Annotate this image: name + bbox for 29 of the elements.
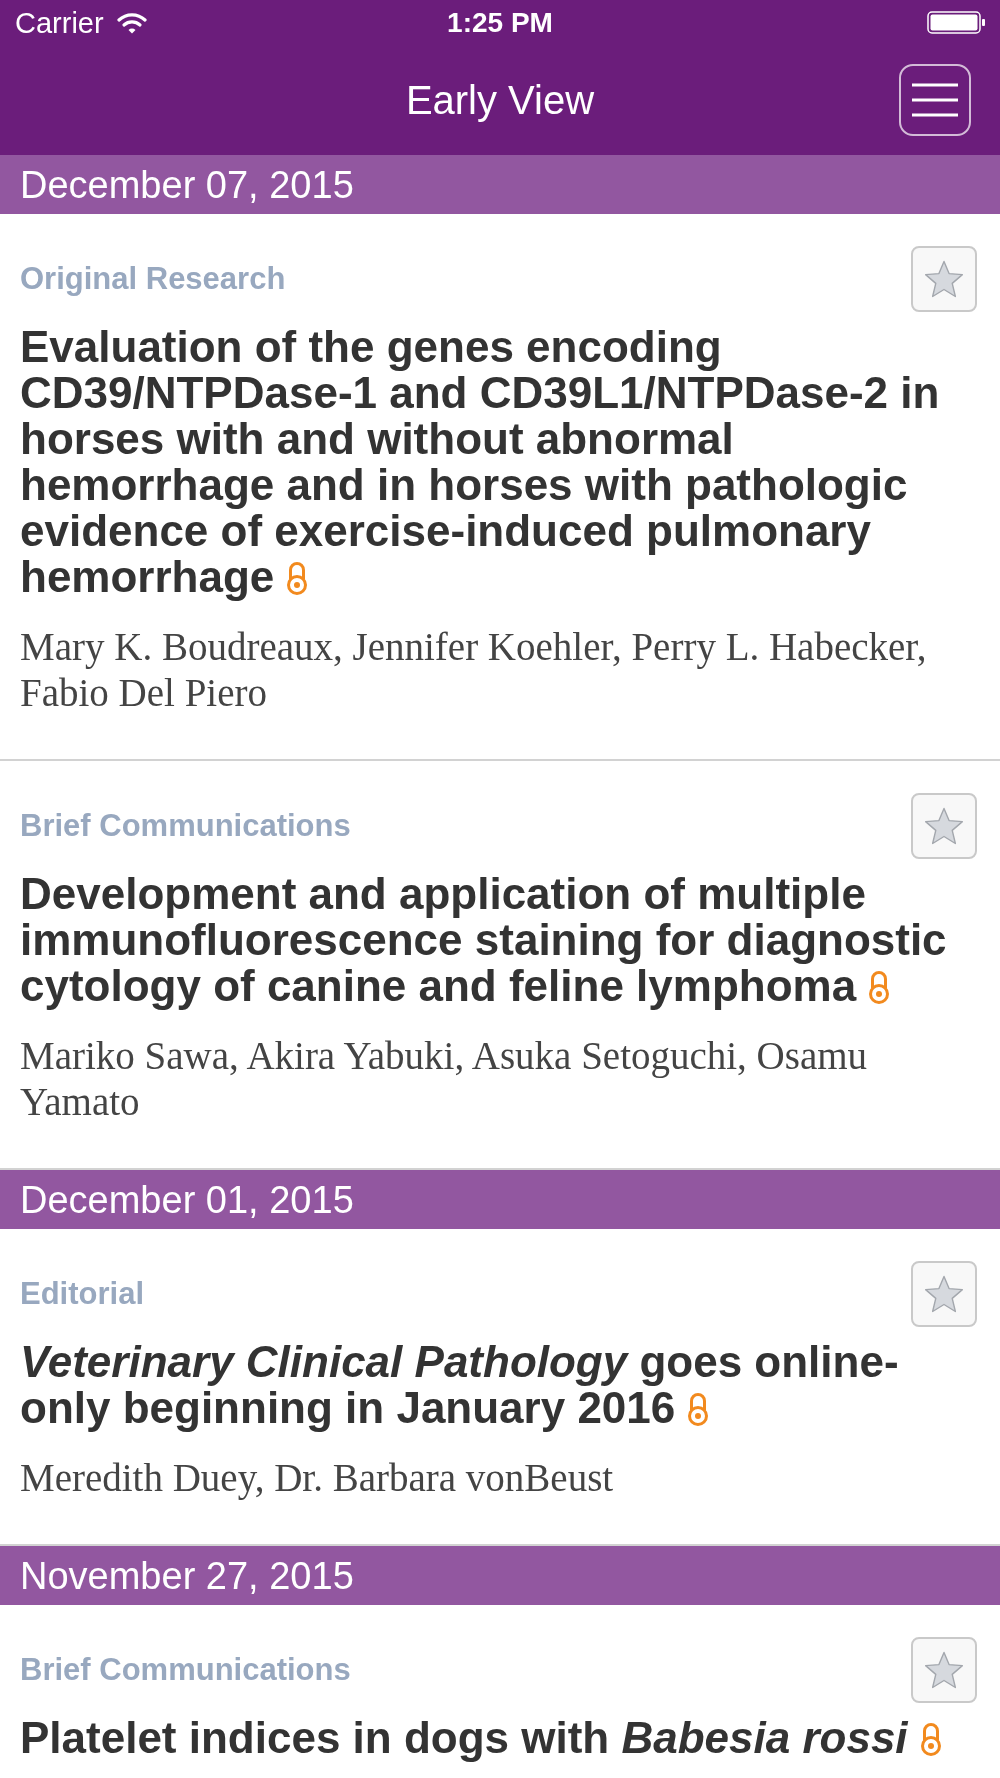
screen-title: Early View [405, 77, 595, 123]
star-button[interactable] [911, 793, 977, 859]
article-authors: Mary K. Boudreaux, Jennifer Koehler, Perry L. Habecker, Fabio Del Piero [20, 624, 928, 716]
menu-button[interactable] [899, 64, 971, 136]
section-date: December 01, 2015 [20, 1177, 354, 1222]
article-category: Brief Communications [20, 1652, 351, 1688]
battery-icon [927, 11, 985, 34]
carrier-name: Carrier [15, 5, 104, 40]
star-icon [923, 1649, 965, 1691]
section-date: December 07, 2015 [20, 162, 354, 207]
article-title[interactable]: Platelet indices in dogs with Babesia rossi [20, 1715, 950, 1761]
article-title[interactable]: Development and application of multiple immunofluorescence staining for diagnostic cytology of canine and feline lymphoma [20, 871, 950, 1009]
star-button[interactable] [911, 1261, 977, 1327]
article-category: Brief Communications [20, 808, 351, 844]
article-title[interactable]: Veterinary Clinical Pathology goes online-only beginning in January 2016 [20, 1339, 950, 1431]
star-icon [923, 1273, 965, 1315]
star-button[interactable] [911, 246, 977, 312]
article-category: Editorial [20, 1276, 144, 1312]
article-category: Original Research [20, 261, 286, 297]
star-button[interactable] [911, 1637, 977, 1703]
status-time: 1:25 PM [447, 5, 553, 40]
article-authors: Mariko Sawa, Akira Yabuki, Asuka Setoguchi, Osamu Yamato [20, 1033, 869, 1125]
star-icon [923, 258, 965, 300]
wifi-icon [116, 11, 147, 34]
article-authors: Meredith Duey, Dr. Barbara vonBeust [20, 1455, 615, 1501]
article-title[interactable]: Evaluation of the genes encoding CD39/NTPDase-1 and CD39L1/NTPDase-2 in horses with and without abnormal hemorrhage and in horses with pathologic evidence of exercise-induced pulmonary hemorrhage [20, 324, 950, 600]
section-date: November 27, 2015 [20, 1553, 354, 1598]
menu-icon [912, 83, 958, 117]
star-icon [923, 805, 965, 847]
